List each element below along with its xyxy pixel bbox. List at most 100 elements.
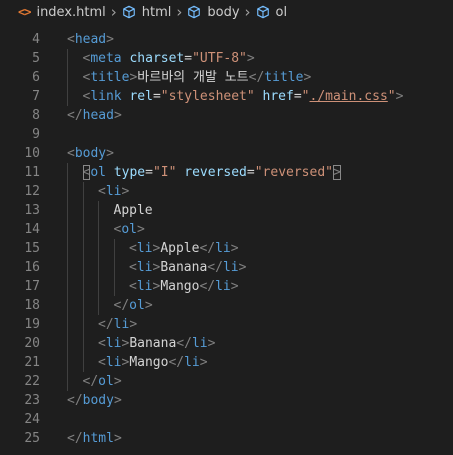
line-content: <li> — [98, 182, 129, 201]
code-token: title — [264, 70, 304, 85]
code-token: Mango — [160, 279, 200, 294]
line-number: 23 — [24, 393, 40, 408]
code-token: < — [67, 146, 75, 161]
code-token: "stylesheet" — [160, 89, 255, 104]
breadcrumb-item-body[interactable]: body — [187, 4, 240, 20]
line-number: 6 — [32, 70, 40, 85]
code-token: < — [98, 336, 106, 351]
code-token: reversed — [184, 165, 247, 180]
code-token: = — [293, 89, 302, 104]
code-line[interactable]: 9 — [0, 125, 453, 144]
line-number: 18 — [24, 298, 40, 313]
line-content: Apple — [114, 201, 153, 220]
code-token: > — [113, 393, 122, 408]
line-number: 11 — [24, 165, 40, 180]
line-content: </html> — [67, 429, 122, 448]
code-token: </ — [248, 70, 265, 85]
line-content: </ol> — [114, 296, 153, 315]
line-number: 9 — [32, 127, 40, 142]
code-token: type — [113, 165, 146, 180]
breadcrumb: <> index.html › html › body › ol — [0, 0, 453, 24]
code-token: < — [129, 279, 137, 294]
code-token: > — [113, 374, 122, 389]
code-editor[interactable]: <> index.html › html › body › ol 4 <head>… — [0, 0, 453, 455]
code-token: = — [152, 89, 161, 104]
code-token: li — [105, 184, 122, 199]
code-token: > — [230, 241, 239, 256]
line-number: 25 — [24, 431, 40, 446]
code-token: li — [113, 317, 130, 332]
line-number: 13 — [24, 203, 40, 218]
code-token: < — [129, 241, 137, 256]
code-token: ol — [90, 165, 106, 180]
cube-icon — [122, 5, 135, 19]
code-token: charset — [129, 51, 185, 66]
code-token: ./main.css — [309, 89, 388, 104]
line-number: 20 — [24, 336, 40, 351]
code-token: </ — [98, 317, 114, 332]
line-number: 19 — [24, 317, 40, 332]
line-number: 12 — [24, 184, 40, 199]
code-token: li — [105, 336, 122, 351]
code-token: li — [105, 355, 122, 370]
code-token: </ — [67, 108, 83, 123]
code-line[interactable]: 8 </head> — [0, 106, 453, 125]
line-number: 21 — [24, 355, 40, 370]
line-number: 15 — [24, 241, 40, 256]
chevron-right-icon: › — [110, 3, 117, 21]
code-token: " — [301, 89, 310, 104]
code-token: rel — [129, 89, 153, 104]
chevron-right-icon: › — [244, 3, 251, 21]
chevron-right-icon: › — [176, 3, 183, 21]
code-line[interactable]: 4 <head> — [0, 30, 453, 49]
code-token: li — [222, 260, 239, 275]
code-token: > — [106, 32, 114, 47]
line-number: 10 — [24, 146, 40, 161]
code-token: html — [82, 431, 114, 446]
line-content: <head> — [67, 30, 114, 49]
breadcrumb-item-ol[interactable]: ol — [256, 5, 287, 20]
line-content: <title>바르바의 개발 노트</title> — [83, 68, 312, 87]
line-number: 17 — [24, 279, 40, 294]
code-token: > — [199, 355, 208, 370]
code-token: " — [387, 89, 396, 104]
cube-icon — [188, 5, 201, 19]
code-area[interactable]: 4 <head> 5 <meta charset="UTF-8"> 6 <title>바르… — [0, 30, 453, 448]
code-token: "UTF-8" — [192, 51, 247, 66]
line-number: 8 — [32, 108, 40, 123]
line-content: <meta charset="UTF-8"> — [83, 49, 255, 68]
code-token: = — [145, 165, 153, 180]
line-content: <li>Banana</li> — [98, 334, 215, 353]
code-token: > — [144, 298, 153, 313]
code-token: head — [82, 108, 114, 123]
code-line[interactable]: 24 — [0, 410, 453, 429]
code-token: > — [230, 279, 239, 294]
indent-guide — [113, 239, 115, 296]
breadcrumb-file[interactable]: <> index.html — [18, 5, 106, 20]
code-token: li — [191, 336, 208, 351]
breadcrumb-item-html[interactable]: html — [122, 5, 171, 20]
code-token: </ — [67, 431, 83, 446]
code-token: body — [82, 393, 114, 408]
code-token: > — [113, 108, 122, 123]
code-token: ol — [98, 374, 114, 389]
code-token: </ — [176, 336, 192, 351]
line-content: </ol> — [83, 372, 122, 391]
code-token: li — [215, 279, 231, 294]
line-number: 5 — [32, 51, 40, 66]
code-token: > — [395, 89, 404, 104]
line-number: 4 — [32, 32, 40, 47]
code-line[interactable]: 10 <body> — [0, 144, 453, 163]
code-line[interactable]: 23 </body> — [0, 391, 453, 410]
code-token: title — [90, 70, 130, 85]
line-content: </body> — [67, 391, 122, 410]
line-content: <body> — [67, 144, 114, 163]
breadcrumb-item-label: body — [207, 4, 240, 20]
cube-icon — [256, 5, 269, 19]
line-number: 24 — [24, 412, 40, 427]
code-token: head — [74, 32, 107, 47]
code-line[interactable]: 25 </html> — [0, 429, 453, 448]
code-token: > — [303, 70, 312, 85]
code-token: "I" — [152, 165, 177, 180]
